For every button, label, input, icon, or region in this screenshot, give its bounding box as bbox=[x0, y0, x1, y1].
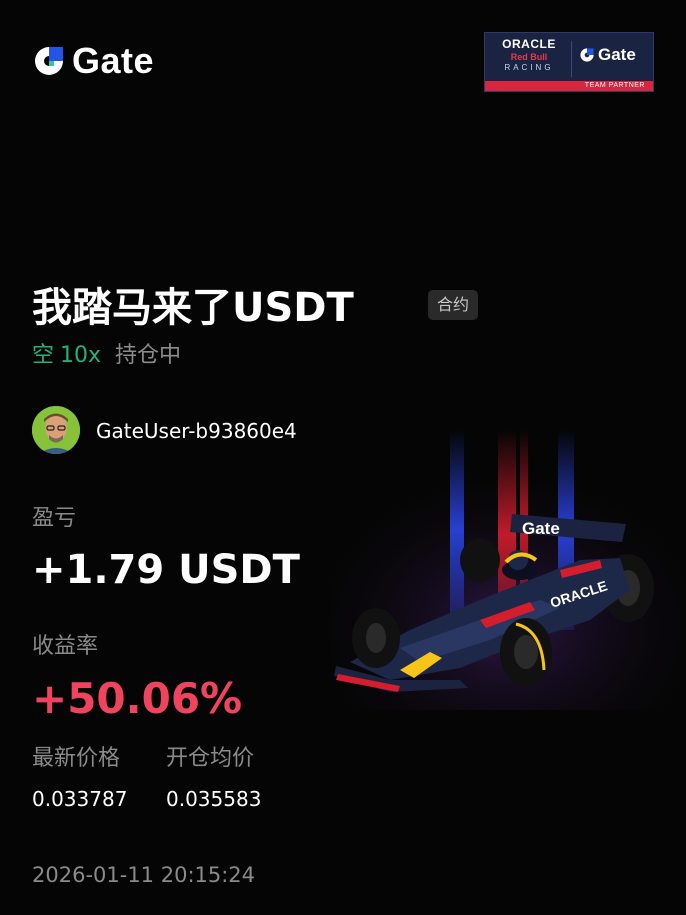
partner-divider bbox=[571, 41, 572, 77]
position-side: 空 bbox=[32, 343, 55, 368]
avatar bbox=[32, 406, 80, 454]
gate-logo-icon bbox=[35, 47, 63, 75]
entry-price-label: 开仓均价 bbox=[166, 746, 255, 771]
pnl-value: +1.79 USDT bbox=[32, 547, 300, 593]
position-symbol: 我踏马来了USDT bbox=[32, 285, 354, 331]
username: GateUser-b93860e4 bbox=[96, 419, 297, 443]
f1-car-illustration: Gate ORACLE bbox=[330, 430, 686, 710]
last-price-value: 0.033787 bbox=[32, 787, 128, 811]
last-price-label: 最新价格 bbox=[32, 746, 121, 771]
timestamp: 2026-01-11 20:15:24 bbox=[32, 863, 256, 887]
position-status: 持仓中 bbox=[115, 343, 182, 368]
entry-price-value: 0.035583 bbox=[166, 787, 262, 811]
gate-small-icon bbox=[580, 48, 594, 62]
car-livery-text: Gate bbox=[522, 519, 560, 538]
avatar-image bbox=[32, 406, 80, 454]
partner-line3: RACING bbox=[504, 63, 554, 72]
gate-logo: Gate bbox=[32, 40, 155, 81]
oracle-redbull-logo: ORACLE Red Bull RACING bbox=[491, 37, 567, 81]
partner-brand: Gate bbox=[598, 45, 636, 64]
leverage: 10x bbox=[60, 343, 102, 368]
partner-strip-text: TEAM PARTNER bbox=[584, 82, 645, 89]
contract-tag: 合约 bbox=[428, 290, 479, 320]
roi-label: 收益率 bbox=[32, 634, 99, 659]
roi-value: +50.06% bbox=[32, 674, 243, 723]
blue-light-beam bbox=[450, 430, 464, 630]
partner-line2: Red Bull bbox=[510, 52, 548, 62]
partner-line1: ORACLE bbox=[502, 37, 556, 51]
partner-gate-logo: Gate bbox=[579, 45, 636, 65]
brand-name: Gate bbox=[72, 40, 155, 81]
position-info: 空 10x 持仓中 bbox=[32, 340, 181, 372]
partner-badge: ORACLE Red Bull RACING Gate TEAM PARTNER bbox=[484, 32, 654, 92]
partner-strip: TEAM PARTNER bbox=[485, 81, 653, 91]
pnl-label: 盈亏 bbox=[32, 506, 77, 531]
